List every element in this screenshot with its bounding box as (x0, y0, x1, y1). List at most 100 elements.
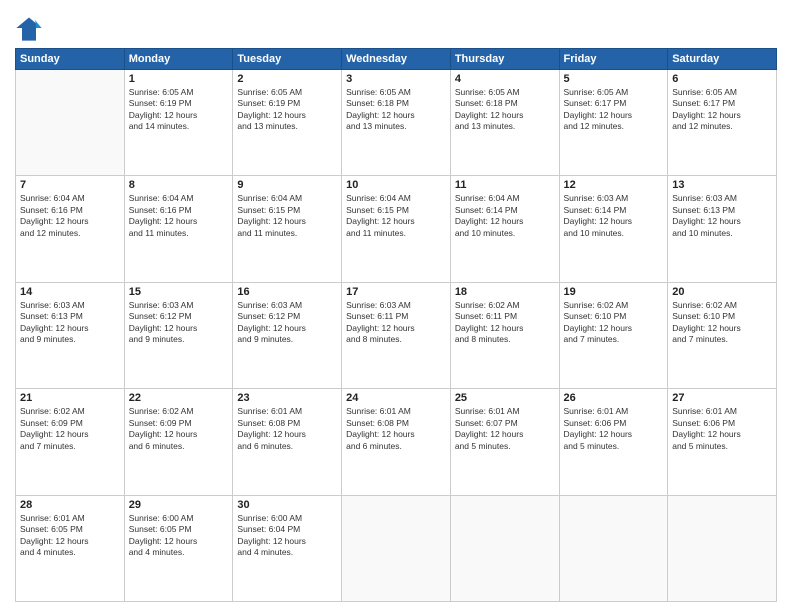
day-info: Sunrise: 6:05 AMSunset: 6:18 PMDaylight:… (455, 87, 555, 133)
day-cell-28: 28 Sunrise: 6:01 AMSunset: 6:05 PMDayligh… (16, 495, 125, 601)
day-cell-5: 5 Sunrise: 6:05 AMSunset: 6:17 PMDaylight… (559, 70, 668, 176)
day-info: Sunrise: 6:04 AMSunset: 6:14 PMDaylight:… (455, 193, 555, 239)
day-cell-13: 13 Sunrise: 6:03 AMSunset: 6:13 PMDayligh… (668, 176, 777, 282)
day-number: 18 (455, 286, 555, 298)
day-info: Sunrise: 6:04 AMSunset: 6:15 PMDaylight:… (237, 193, 337, 239)
empty-cell (342, 495, 451, 601)
day-number: 5 (564, 73, 664, 85)
day-number: 11 (455, 179, 555, 191)
day-number: 29 (129, 499, 229, 511)
weekday-header-saturday: Saturday (668, 49, 777, 70)
day-cell-24: 24Sunrise: 6:01 AMSunset: 6:08 PMDayligh… (342, 389, 451, 495)
day-number: 2 (237, 73, 337, 85)
day-info: Sunrise: 6:03 AMSunset: 6:12 PMDaylight:… (129, 300, 229, 346)
day-number: 21 (20, 392, 120, 404)
day-number: 16 (237, 286, 337, 298)
day-info: Sunrise: 6:03 AMSunset: 6:11 PMDaylight:… (346, 300, 446, 346)
day-number: 20 (672, 286, 772, 298)
day-cell-20: 20 Sunrise: 6:02 AMSunset: 6:10 PMDayligh… (668, 282, 777, 388)
day-number: 30 (237, 499, 337, 511)
day-cell-18: 18 Sunrise: 6:02 AMSunset: 6:11 PMDayligh… (450, 282, 559, 388)
calendar-week-2: 7Sunrise: 6:04 AMSunset: 6:16 PMDaylight… (16, 176, 777, 282)
empty-cell (559, 495, 668, 601)
day-number: 22 (129, 392, 229, 404)
day-cell-15: 15 Sunrise: 6:03 AMSunset: 6:12 PMDayligh… (124, 282, 233, 388)
day-number: 19 (564, 286, 664, 298)
day-cell-23: 23 Sunrise: 6:01 AMSunset: 6:08 PMDayligh… (233, 389, 342, 495)
day-cell-29: 29 Sunrise: 6:00 AMSunset: 6:05 PMDayligh… (124, 495, 233, 601)
day-number: 17 (346, 286, 446, 298)
calendar-week-5: 28 Sunrise: 6:01 AMSunset: 6:05 PMDayligh… (16, 495, 777, 601)
day-cell-1: 1 Sunrise: 6:05 AMSunset: 6:19 PMDaylight… (124, 70, 233, 176)
day-cell-22: 22 Sunrise: 6:02 AMSunset: 6:09 PMDayligh… (124, 389, 233, 495)
day-cell-2: 2 Sunrise: 6:05 AMSunset: 6:19 PMDaylight… (233, 70, 342, 176)
day-cell-7: 7Sunrise: 6:04 AMSunset: 6:16 PMDaylight… (16, 176, 125, 282)
day-info: Sunrise: 6:05 AMSunset: 6:19 PMDaylight:… (237, 87, 337, 133)
day-info: Sunrise: 6:04 AMSunset: 6:15 PMDaylight:… (346, 193, 446, 239)
day-cell-17: 17 Sunrise: 6:03 AMSunset: 6:11 PMDayligh… (342, 282, 451, 388)
day-number: 27 (672, 392, 772, 404)
day-cell-25: 25Sunrise: 6:01 AMSunset: 6:07 PMDayligh… (450, 389, 559, 495)
day-info: Sunrise: 6:03 AMSunset: 6:13 PMDaylight:… (672, 193, 772, 239)
calendar-header-row: SundayMondayTuesdayWednesdayThursdayFrid… (16, 49, 777, 70)
day-info: Sunrise: 6:01 AMSunset: 6:08 PMDaylight:… (237, 406, 337, 452)
empty-cell (668, 495, 777, 601)
day-cell-19: 19Sunrise: 6:02 AMSunset: 6:10 PMDayligh… (559, 282, 668, 388)
page: SundayMondayTuesdayWednesdayThursdayFrid… (0, 0, 792, 612)
day-number: 28 (20, 499, 120, 511)
day-info: Sunrise: 6:02 AMSunset: 6:11 PMDaylight:… (455, 300, 555, 346)
day-info: Sunrise: 6:01 AMSunset: 6:06 PMDaylight:… (672, 406, 772, 452)
day-number: 3 (346, 73, 446, 85)
day-info: Sunrise: 6:04 AMSunset: 6:16 PMDaylight:… (20, 193, 120, 239)
day-number: 10 (346, 179, 446, 191)
day-number: 9 (237, 179, 337, 191)
empty-cell (16, 70, 125, 176)
weekday-header-friday: Friday (559, 49, 668, 70)
day-number: 13 (672, 179, 772, 191)
day-number: 1 (129, 73, 229, 85)
day-info: Sunrise: 6:05 AMSunset: 6:19 PMDaylight:… (129, 87, 229, 133)
day-cell-4: 4 Sunrise: 6:05 AMSunset: 6:18 PMDaylight… (450, 70, 559, 176)
day-cell-10: 10 Sunrise: 6:04 AMSunset: 6:15 PMDayligh… (342, 176, 451, 282)
day-number: 23 (237, 392, 337, 404)
day-number: 8 (129, 179, 229, 191)
day-info: Sunrise: 6:02 AMSunset: 6:09 PMDaylight:… (20, 406, 120, 452)
day-number: 15 (129, 286, 229, 298)
day-info: Sunrise: 6:02 AMSunset: 6:09 PMDaylight:… (129, 406, 229, 452)
weekday-header-wednesday: Wednesday (342, 49, 451, 70)
day-cell-14: 14 Sunrise: 6:03 AMSunset: 6:13 PMDayligh… (16, 282, 125, 388)
day-info: Sunrise: 6:02 AMSunset: 6:10 PMDaylight:… (672, 300, 772, 346)
logo (15, 14, 47, 42)
day-number: 26 (564, 392, 664, 404)
day-info: Sunrise: 6:03 AMSunset: 6:14 PMDaylight:… (564, 193, 664, 239)
day-info: Sunrise: 6:05 AMSunset: 6:17 PMDaylight:… (564, 87, 664, 133)
day-info: Sunrise: 6:03 AMSunset: 6:13 PMDaylight:… (20, 300, 120, 346)
day-info: Sunrise: 6:05 AMSunset: 6:17 PMDaylight:… (672, 87, 772, 133)
weekday-header-tuesday: Tuesday (233, 49, 342, 70)
day-cell-12: 12 Sunrise: 6:03 AMSunset: 6:14 PMDayligh… (559, 176, 668, 282)
day-info: Sunrise: 6:01 AMSunset: 6:05 PMDaylight:… (20, 513, 120, 559)
day-number: 14 (20, 286, 120, 298)
day-cell-8: 8Sunrise: 6:04 AMSunset: 6:16 PMDaylight… (124, 176, 233, 282)
day-number: 6 (672, 73, 772, 85)
weekday-header-sunday: Sunday (16, 49, 125, 70)
day-cell-26: 26Sunrise: 6:01 AMSunset: 6:06 PMDayligh… (559, 389, 668, 495)
day-cell-27: 27 Sunrise: 6:01 AMSunset: 6:06 PMDayligh… (668, 389, 777, 495)
day-cell-11: 11 Sunrise: 6:04 AMSunset: 6:14 PMDayligh… (450, 176, 559, 282)
day-number: 12 (564, 179, 664, 191)
weekday-header-monday: Monday (124, 49, 233, 70)
day-info: Sunrise: 6:00 AMSunset: 6:05 PMDaylight:… (129, 513, 229, 559)
day-info: Sunrise: 6:05 AMSunset: 6:18 PMDaylight:… (346, 87, 446, 133)
calendar-week-1: 1 Sunrise: 6:05 AMSunset: 6:19 PMDaylight… (16, 70, 777, 176)
day-cell-9: 9 Sunrise: 6:04 AMSunset: 6:15 PMDaylight… (233, 176, 342, 282)
day-info: Sunrise: 6:00 AMSunset: 6:04 PMDaylight:… (237, 513, 337, 559)
day-number: 4 (455, 73, 555, 85)
calendar-week-3: 14 Sunrise: 6:03 AMSunset: 6:13 PMDayligh… (16, 282, 777, 388)
day-cell-30: 30 Sunrise: 6:00 AMSunset: 6:04 PMDayligh… (233, 495, 342, 601)
calendar-week-4: 21 Sunrise: 6:02 AMSunset: 6:09 PMDayligh… (16, 389, 777, 495)
day-info: Sunrise: 6:01 AMSunset: 6:08 PMDaylight:… (346, 406, 446, 452)
logo-icon (15, 14, 43, 42)
calendar-table: SundayMondayTuesdayWednesdayThursdayFrid… (15, 48, 777, 602)
day-info: Sunrise: 6:01 AMSunset: 6:07 PMDaylight:… (455, 406, 555, 452)
header (15, 10, 777, 42)
